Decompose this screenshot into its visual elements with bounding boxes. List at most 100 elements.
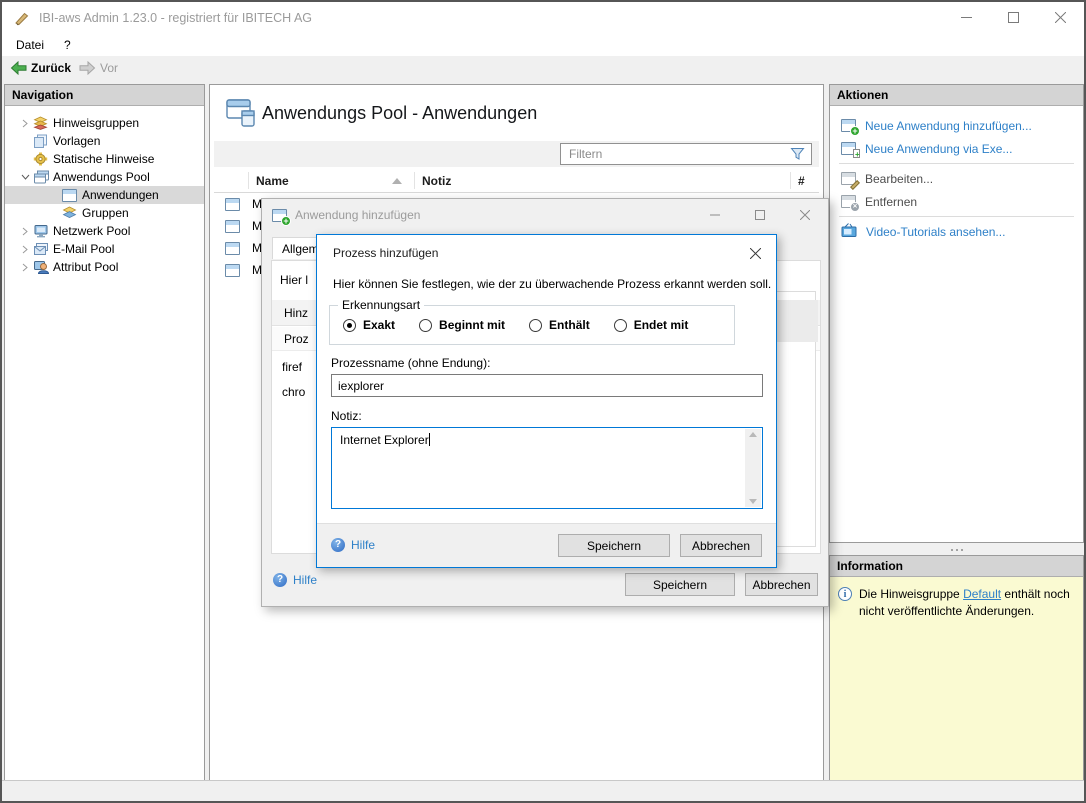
column-notiz[interactable]: Notiz xyxy=(422,174,451,188)
radio-enthaelt[interactable]: Enthält xyxy=(529,318,590,332)
information-header: Information xyxy=(830,556,1083,577)
chevron-down-icon[interactable] xyxy=(18,173,32,181)
window-add-icon xyxy=(272,208,291,226)
forward-button[interactable]: Vor xyxy=(79,61,118,75)
radio-exakt[interactable]: Exakt xyxy=(343,318,395,332)
clipped-column-header[interactable]: Proz xyxy=(284,332,309,346)
minimize-icon[interactable] xyxy=(943,2,990,33)
save-button[interactable]: Speichern xyxy=(558,534,670,557)
window-icon xyxy=(225,197,240,211)
close-icon[interactable] xyxy=(744,243,766,263)
default-group-link[interactable]: Default xyxy=(963,587,1001,601)
window-icon xyxy=(225,241,240,255)
gear-icon xyxy=(32,152,49,166)
chevron-right-icon[interactable] xyxy=(18,263,32,272)
filter-bar xyxy=(214,141,819,167)
separator xyxy=(839,216,1074,217)
dialog-title-bar: Anwendung hinzufügen xyxy=(262,199,828,231)
window-icon xyxy=(225,263,240,277)
clipped-description: Hier l xyxy=(280,273,309,287)
close-icon[interactable] xyxy=(1037,2,1084,33)
scroll-up-icon[interactable] xyxy=(749,432,757,437)
cancel-button[interactable]: Abbrechen xyxy=(745,573,818,596)
menu-help[interactable]: ? xyxy=(54,33,81,56)
clipped-process-row[interactable]: firef xyxy=(282,360,302,374)
sidebar-item-statische-hinweise[interactable]: Statische Hinweise xyxy=(5,150,204,168)
close-icon[interactable] xyxy=(782,200,827,229)
radio-icon xyxy=(613,318,627,332)
menu-datei[interactable]: Datei xyxy=(6,33,54,56)
app-logo-icon xyxy=(15,12,29,25)
table-header: Name Notiz # xyxy=(214,169,819,193)
cancel-button[interactable]: Abbrechen xyxy=(680,534,762,557)
action-video-tutorials[interactable]: Video-Tutorials ansehen... xyxy=(830,220,1083,243)
nav-toolbar: Zurück Vor xyxy=(2,56,1084,80)
forward-arrow-icon xyxy=(79,61,96,75)
envelope-icon xyxy=(32,242,49,256)
applications-icon xyxy=(226,99,255,127)
column-count[interactable]: # xyxy=(798,174,805,188)
video-icon xyxy=(841,222,857,241)
radio-icon xyxy=(529,318,543,332)
filter-funnel-icon[interactable] xyxy=(790,147,805,161)
sidebar-item-netzwerk-pool[interactable]: Netzwerk Pool xyxy=(5,222,204,240)
navigation-panel: Navigation Hinweisgruppen Vorlagen Stati… xyxy=(4,84,205,781)
groupbox-label: Erkennungsart xyxy=(338,298,425,312)
status-bar xyxy=(2,780,1084,801)
sidebar-item-vorlagen[interactable]: Vorlagen xyxy=(5,132,204,150)
filter-field[interactable] xyxy=(560,143,812,165)
help-link[interactable]: ? Hilfe xyxy=(273,573,317,587)
detection-radio-group: Exakt Beginnt mit Enthält Endet mit xyxy=(343,318,688,332)
sidebar-item-hinweisgruppen[interactable]: Hinweisgruppen xyxy=(5,114,204,132)
action-edit[interactable]: Bearbeiten... xyxy=(830,167,1083,190)
chevron-right-icon[interactable] xyxy=(18,119,32,128)
maximize-icon[interactable] xyxy=(737,200,782,229)
radio-icon xyxy=(419,318,433,332)
app-window: IBI-aws Admin 1.23.0 - registriert für I… xyxy=(0,0,1086,803)
person-icon xyxy=(32,260,49,274)
window-remove-icon xyxy=(841,195,860,212)
minimize-icon[interactable] xyxy=(692,200,737,229)
action-add-application-via-exe[interactable]: Neue Anwendung via Exe... xyxy=(830,137,1083,160)
help-link[interactable]: ? Hilfe xyxy=(331,538,375,552)
radio-beginnt-mit[interactable]: Beginnt mit xyxy=(419,318,505,332)
back-button[interactable]: Zurück xyxy=(10,61,71,75)
radio-selected-icon xyxy=(343,318,356,332)
sidebar-item-anwendungen[interactable]: Anwendungen xyxy=(5,186,204,204)
title-bar: IBI-aws Admin 1.23.0 - registriert für I… xyxy=(2,2,1084,33)
clipped-process-row[interactable]: chro xyxy=(282,385,305,399)
back-arrow-icon xyxy=(10,61,27,75)
column-name[interactable]: Name xyxy=(256,174,289,188)
sidebar-item-attribut-pool[interactable]: Attribut Pool xyxy=(5,258,204,276)
help-icon: ? xyxy=(331,538,345,552)
scroll-down-icon[interactable] xyxy=(749,499,757,504)
clipped-add-button[interactable]: Hinz xyxy=(284,306,308,320)
chevron-right-icon[interactable] xyxy=(18,227,32,236)
layers-icon xyxy=(61,206,78,220)
sidebar-item-email-pool[interactable]: E-Mail Pool xyxy=(5,240,204,258)
dialog-footer: ? Hilfe Speichern Abbrechen xyxy=(317,523,776,567)
actions-panel: Aktionen Neue Anwendung hinzufügen... Ne… xyxy=(829,84,1084,543)
monitor-icon xyxy=(32,224,49,238)
sort-ascending-icon xyxy=(392,178,402,184)
actions-header: Aktionen xyxy=(830,85,1083,106)
separator xyxy=(839,163,1074,164)
tab-allgemein[interactable]: Allgem xyxy=(272,237,317,259)
maximize-icon[interactable] xyxy=(990,2,1037,33)
chevron-right-icon[interactable] xyxy=(18,245,32,254)
sidebar-item-anwendungs-pool[interactable]: Anwendungs Pool xyxy=(5,168,204,186)
sidebar-item-gruppen[interactable]: Gruppen xyxy=(5,204,204,222)
save-button[interactable]: Speichern xyxy=(625,573,735,596)
scrollbar[interactable] xyxy=(745,429,761,507)
panel-splitter[interactable] xyxy=(829,545,1084,555)
note-field[interactable]: Internet Explorer xyxy=(331,427,763,509)
layers-icon xyxy=(32,116,49,130)
process-name-input[interactable] xyxy=(331,374,763,397)
navigation-tree: Hinweisgruppen Vorlagen Statische Hinwei… xyxy=(5,106,204,276)
filter-input[interactable] xyxy=(561,146,790,162)
information-body: i Die Hinweisgruppe Default enthält noch… xyxy=(830,577,1083,780)
action-add-application[interactable]: Neue Anwendung hinzufügen... xyxy=(830,114,1083,137)
window-exe-add-icon xyxy=(841,142,860,158)
radio-endet-mit[interactable]: Endet mit xyxy=(613,318,688,332)
action-remove[interactable]: Entfernen xyxy=(830,190,1083,213)
